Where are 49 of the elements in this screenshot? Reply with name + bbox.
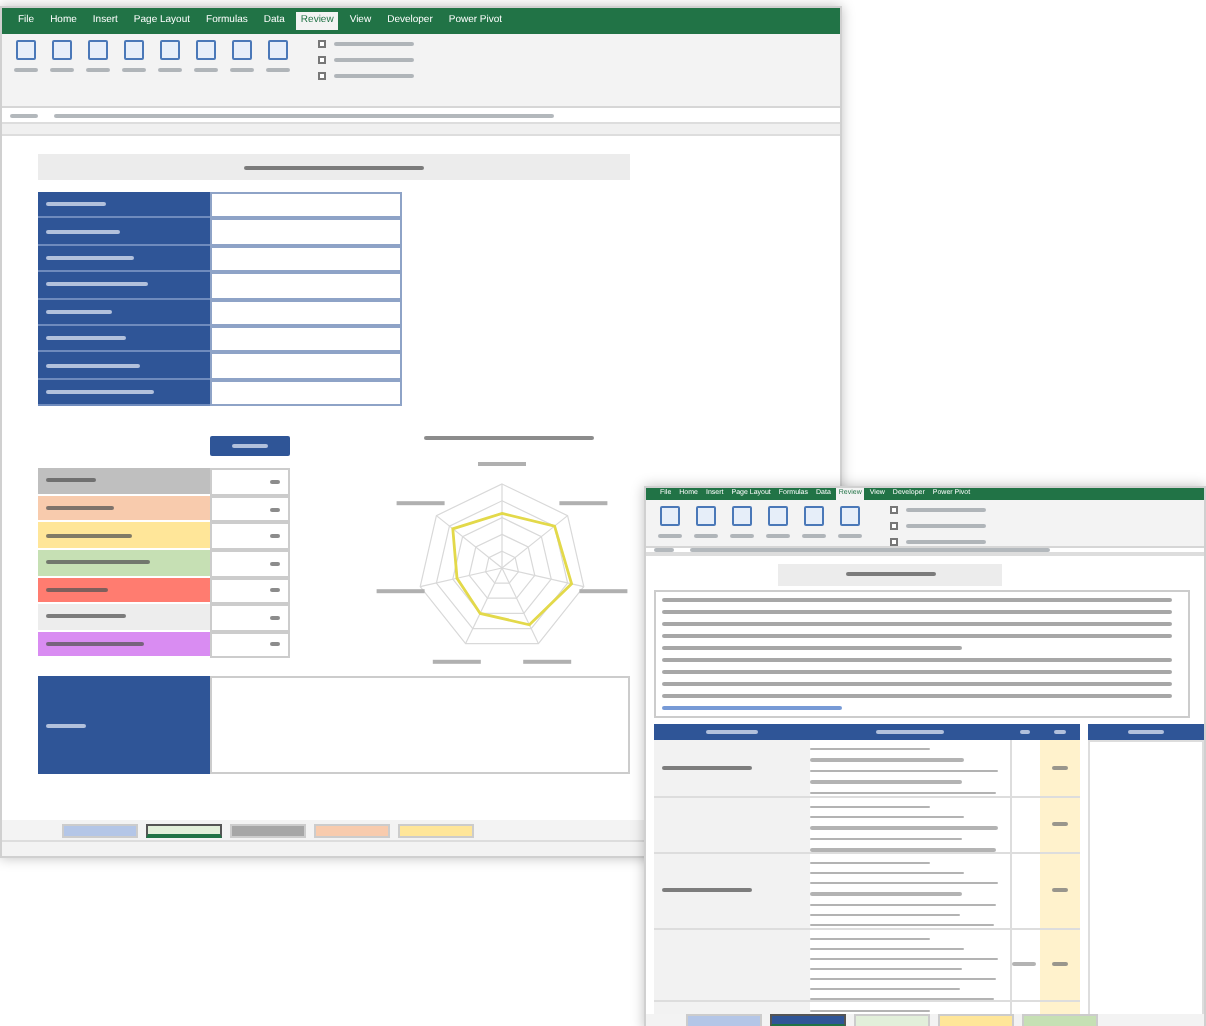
blurred-text [579,589,628,594]
blurred-text [559,501,608,506]
sheet-tab[interactable] [146,823,222,837]
blurred-text [46,309,112,314]
blurred-text [46,533,132,538]
checkbox[interactable] [318,40,326,48]
checkbox[interactable] [890,537,898,545]
blurred-text [46,506,114,511]
blurred-text [396,501,445,506]
blurred-text [46,282,148,287]
input-cell[interactable] [210,352,402,380]
input-cell[interactable] [210,299,402,326]
checkbox[interactable] [318,72,326,80]
input-cell[interactable] [210,272,402,300]
blurred-text [270,479,280,484]
blurred-text [46,478,96,483]
blurred-text [46,587,108,592]
checkbox[interactable] [890,521,898,529]
blurred-text [432,660,481,665]
input-cell[interactable] [210,379,402,407]
blurred-text [46,202,106,207]
input-cell[interactable] [210,245,402,273]
blurred-text [46,560,150,565]
blurred-text [478,462,526,467]
blurred-text [270,615,280,620]
checkbox[interactable] [318,56,326,64]
comments-field[interactable] [210,676,630,775]
blurred-text [270,507,280,512]
radar-line [451,512,574,627]
blurred-text [46,389,154,394]
blurred-text [270,642,280,647]
blurred-text [270,534,280,539]
action-button[interactable] [210,436,290,457]
blurred-text [270,561,280,566]
blurred-text [232,444,268,449]
blurred-text [46,336,126,341]
blurred-text [46,614,126,619]
blurred-text [46,363,140,368]
blurred-text [46,723,86,728]
blurred-text [376,589,425,594]
blurred-text [46,255,134,260]
input-cell[interactable] [210,218,402,246]
blurred-text [46,229,120,234]
input-cell[interactable] [210,192,402,219]
blurred-text [523,660,572,665]
blurred-text [46,641,144,646]
checkbox[interactable] [890,505,898,513]
input-cell[interactable] [210,325,402,353]
blurred-text [270,588,280,593]
